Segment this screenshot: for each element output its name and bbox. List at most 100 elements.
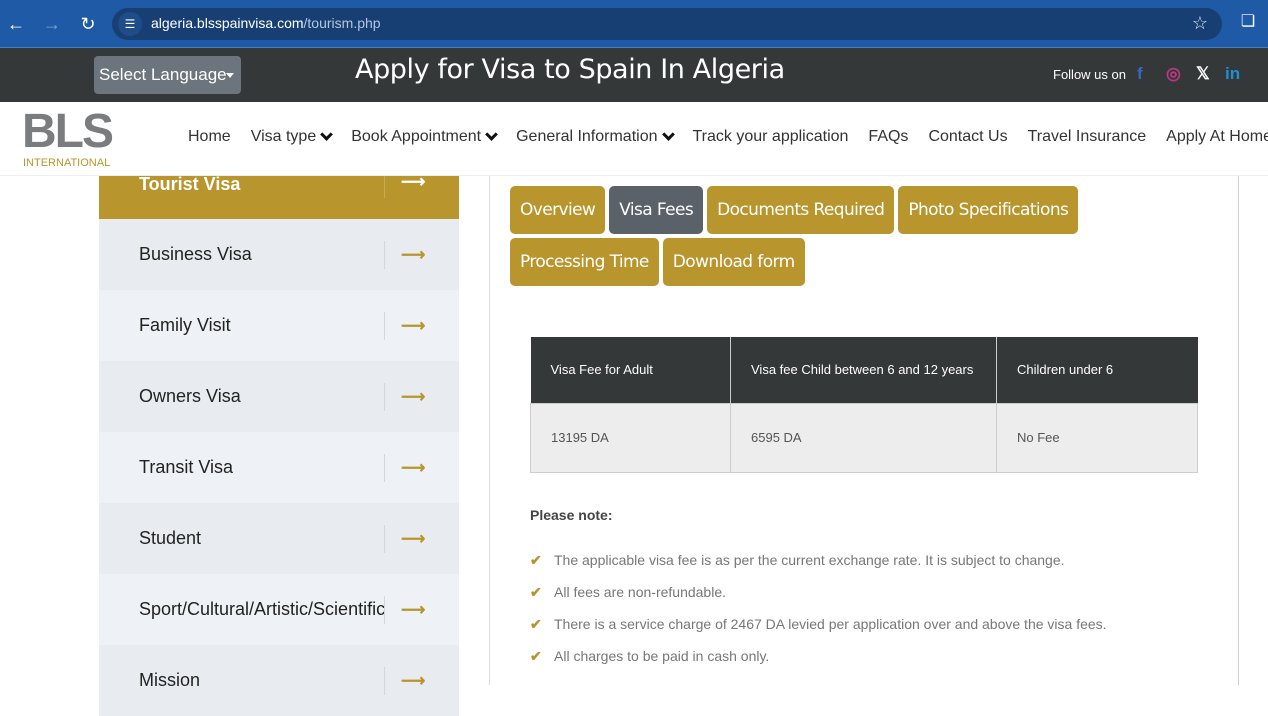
sidebar-item-owners-visa[interactable]: Owners Visa ⟶ (99, 361, 459, 432)
reload-icon[interactable]: ↻ (76, 12, 100, 36)
list-item: ✔ All fees are non-refundable. (530, 584, 1107, 616)
notes-list: ✔ The applicable visa fee is as per the c… (530, 552, 1107, 680)
sidebar-item-transit-visa[interactable]: Transit Visa ⟶ (99, 432, 459, 503)
logo-subtitle: INTERNATIONAL (23, 157, 111, 169)
checkmark-icon: ✔ (530, 648, 542, 664)
divider (384, 312, 385, 340)
visa-type-sidebar: Tourist Visa ⟶ Business Visa ⟶ Family Vi… (99, 174, 459, 716)
instagram-icon[interactable]: ◎ (1166, 63, 1181, 85)
tab-download-form[interactable]: Download form (662, 238, 805, 286)
forward-icon[interactable]: → (40, 12, 64, 36)
sidebar-item-label: Owners Visa (139, 386, 241, 406)
arrow-right-icon: ⟶ (401, 457, 426, 477)
content-tabs: Overview Visa Fees Documents Required Ph… (510, 186, 1210, 286)
arrow-right-icon: ⟶ (401, 315, 426, 335)
nav-home[interactable]: Home (188, 128, 231, 146)
sidebar-item-label: Student (139, 528, 202, 548)
sidebar-item-student[interactable]: Student ⟶ (99, 503, 459, 574)
divider (384, 525, 385, 553)
notes-title: Please note: (530, 507, 613, 523)
language-select-label: Select Language (99, 65, 227, 84)
table-header-row: Visa Fee for Adult Visa fee Child betwee… (530, 337, 1198, 403)
nav-label: Contact Us (928, 128, 1008, 145)
table-row: 13195 DA 6595 DA No Fee (530, 402, 1198, 473)
browser-toolbar: ← → ↻ ☰ algeria.blsspainvisa.com/tourism… (0, 0, 1268, 48)
tab-overview[interactable]: Overview (510, 186, 606, 234)
arrow-right-icon: ⟶ (401, 599, 426, 619)
site-header: BLS INTERNATIONAL Home Visa type Book Ap… (0, 102, 1268, 176)
tab-documents-required[interactable]: Documents Required (707, 186, 895, 234)
divider (384, 383, 385, 411)
nav-label: Home (188, 128, 231, 145)
sidebar-item-label: Transit Visa (139, 457, 234, 477)
divider (384, 241, 385, 269)
nav-contact-us[interactable]: Contact Us (928, 128, 1007, 146)
top-bar: Select Language Apply for Visa to Spain … (0, 48, 1268, 102)
note-text: There is a service charge of 2467 DA lev… (554, 616, 1107, 632)
note-text: All fees are non-refundable. (554, 584, 726, 600)
divider (384, 667, 385, 695)
linkedin-icon[interactable]: in (1225, 63, 1240, 85)
chevron-down-icon (485, 128, 498, 141)
note-text: All charges to be paid in cash only. (554, 648, 770, 664)
nav-label: General Information (516, 128, 658, 145)
x-twitter-icon[interactable]: 𝕏 (1196, 63, 1210, 85)
tab-processing-time[interactable]: Processing Time (510, 238, 659, 286)
site-info-icon[interactable]: ☰ (118, 12, 142, 36)
tab-visa-fees[interactable]: Visa Fees (609, 186, 704, 234)
back-icon[interactable]: ← (4, 12, 28, 36)
address-bar[interactable]: ☰ algeria.blsspainvisa.com/tourism.php ☆ (112, 8, 1222, 40)
sidebar-item-label: Tourist Visa (139, 174, 241, 194)
nav-label: Visa type (250, 128, 317, 145)
language-select[interactable]: Select Language (94, 56, 241, 94)
header-child-fee: Visa fee Child between 6 and 12 years (730, 337, 997, 403)
nav-general-information[interactable]: General Information (516, 128, 675, 146)
nav-label: Travel Insurance (1027, 128, 1147, 145)
arrow-right-icon: ⟶ (401, 670, 426, 690)
tab-photo-specifications[interactable]: Photo Specifications (898, 186, 1079, 234)
logo-text: BLS (22, 105, 114, 158)
sidebar-item-family-visit[interactable]: Family Visit ⟶ (99, 290, 459, 361)
note-text: The applicable visa fee is as per the cu… (554, 552, 1065, 568)
checkmark-icon: ✔ (530, 552, 542, 568)
nav-label: FAQs (868, 128, 909, 145)
url-path: /tourism.php (303, 15, 381, 31)
nav-label: Track your application (692, 128, 849, 145)
visa-fee-table: Visa Fee for Adult Visa fee Child betwee… (530, 337, 1198, 473)
chevron-down-icon (320, 128, 334, 141)
sidebar-item-label: Family Visit (139, 315, 231, 335)
sidebar-item-sport-cultural[interactable]: Sport/Cultural/Artistic/Scientific ⟶ (99, 574, 459, 645)
header-children-under-6: Children under 6 (996, 337, 1198, 403)
nav-label: Book Appointment (351, 128, 482, 145)
star-icon[interactable]: ☆ (1192, 13, 1208, 34)
divider (384, 596, 385, 624)
sidebar-item-label: Mission (139, 670, 201, 690)
list-item: ✔ There is a service charge of 2467 DA le… (530, 616, 1107, 648)
nav-label: Apply At Home (1166, 128, 1268, 145)
facebook-icon[interactable]: f (1137, 63, 1143, 85)
nav-book-appointment[interactable]: Book Appointment (351, 128, 498, 146)
arrow-right-icon: ⟶ (401, 528, 426, 548)
sidebar-item-business-visa[interactable]: Business Visa ⟶ (99, 219, 459, 290)
sidebar-item-label: Business Visa (139, 244, 252, 264)
nav-faqs[interactable]: FAQs (868, 128, 908, 146)
nav-visa-type[interactable]: Visa type (250, 128, 334, 146)
nav-travel-insurance[interactable]: Travel Insurance (1028, 128, 1147, 146)
sidebar-item-label: Sport/Cultural/Artistic/Scientific (139, 599, 386, 619)
divider (384, 454, 385, 482)
follow-us-label: Follow us on (1053, 67, 1126, 82)
bls-logo[interactable]: BLS INTERNATIONAL (22, 105, 114, 170)
header-adult-fee: Visa Fee for Adult (530, 337, 731, 403)
page-title: Apply for Visa to Spain In Algeria (355, 54, 785, 85)
nav-apply-at-home[interactable]: Apply At Home (1166, 128, 1268, 146)
url-text[interactable]: algeria.blsspainvisa.com/tourism.php (151, 15, 381, 31)
url-host: algeria.blsspainvisa.com (151, 15, 304, 31)
extensions-icon[interactable]: ❏ (1238, 12, 1258, 32)
list-item: ✔ The applicable visa fee is as per the c… (530, 552, 1107, 584)
nav-track-application[interactable]: Track your application (693, 128, 849, 146)
main-nav: Home Visa type Book Appointment General … (188, 128, 1268, 146)
chevron-down-icon (661, 128, 675, 141)
checkmark-icon: ✔ (530, 616, 542, 632)
under-6-fee-value: No Fee (996, 402, 1198, 473)
sidebar-item-mission[interactable]: Mission ⟶ (99, 645, 459, 716)
